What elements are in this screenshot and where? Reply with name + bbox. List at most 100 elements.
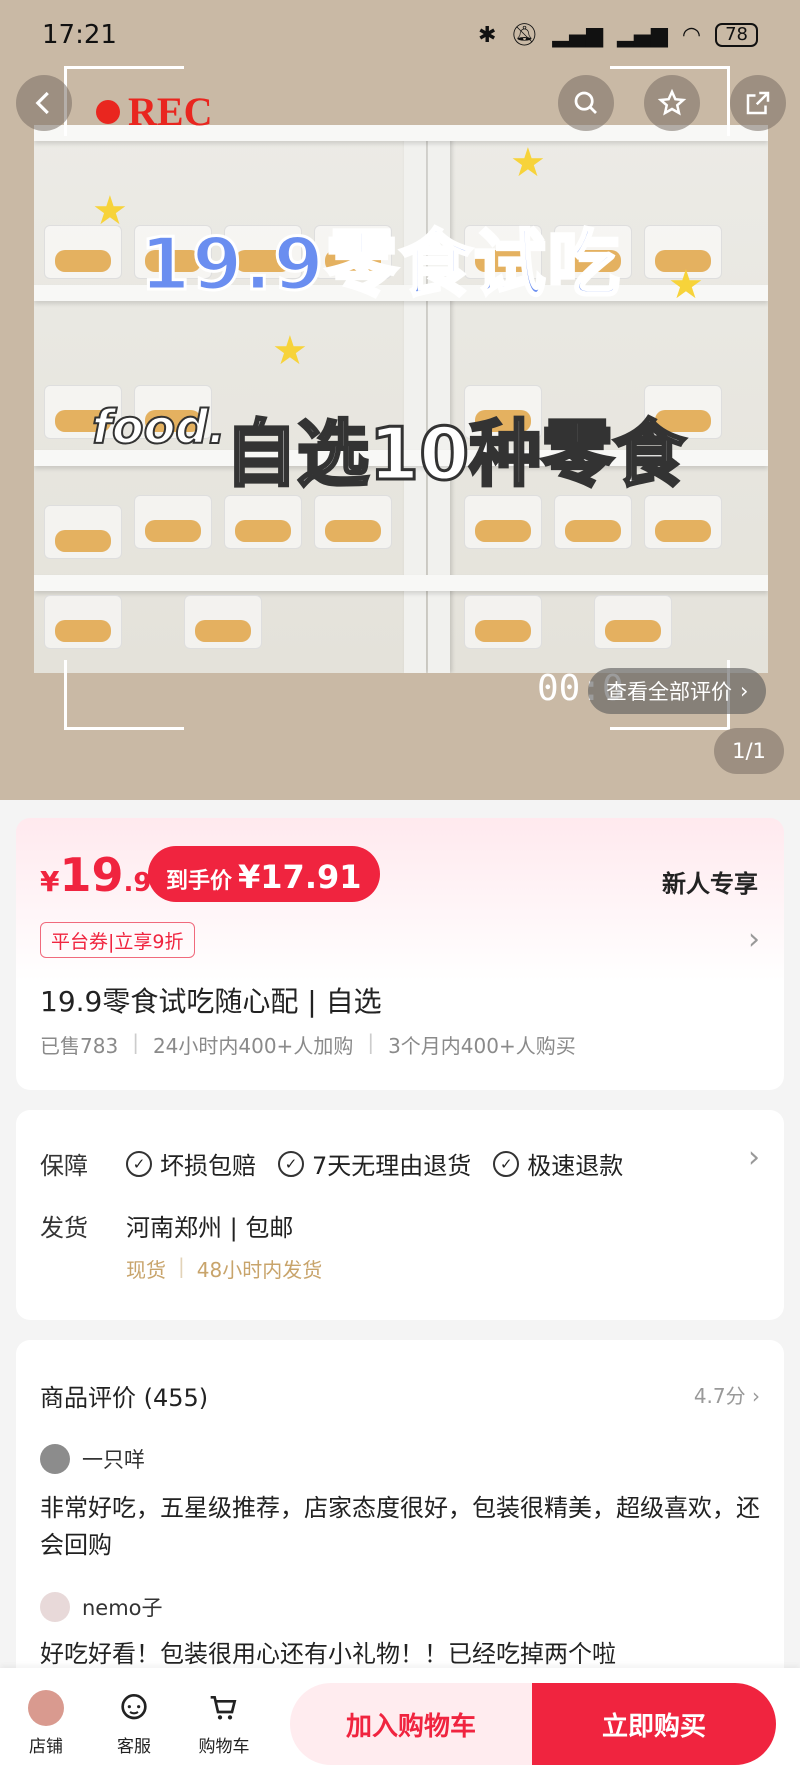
chevron-right-icon[interactable]: › <box>748 1140 760 1175</box>
chevron-left-icon <box>35 91 49 115</box>
guarantee-card[interactable]: 保障 ✓ 坏损包赔 ✓ 7天无理由退货 ✓ 极速退款 › 发货 河南郑州 | 包邮 现… <box>16 1110 784 1320</box>
guarantee-label: 保障 <box>40 1152 88 1180</box>
bluetooth-icon: ✱ <box>477 22 497 48</box>
viewfinder-corner <box>64 660 184 730</box>
reviews-score-value: 4.7分 <box>693 1384 746 1408</box>
star-icon: ★ <box>510 140 546 186</box>
divider: | <box>178 1254 185 1278</box>
snack-bin <box>44 505 122 559</box>
guarantee-item-label: 7天无理由退货 <box>312 1152 472 1180</box>
guarantee-item: ✓ 极速退款 <box>493 1146 623 1181</box>
avatar <box>40 1444 70 1474</box>
snack-bin <box>314 495 392 549</box>
mute-icon: 🔕︎ <box>510 22 539 48</box>
snack-bin <box>224 495 302 549</box>
view-all-reviews-label: 查看全部评价 <box>606 680 732 704</box>
stock-status: 现货 <box>126 1258 166 1282</box>
shelf <box>34 575 768 591</box>
reviews-header: 商品评价 (455) <box>40 1384 209 1412</box>
image-page-indicator: 1/1 <box>714 728 784 774</box>
bottom-action-bar: 店铺 客服 购物车 加入购物车 立即购买 <box>0 1668 800 1778</box>
overlay-food: food. <box>91 399 227 455</box>
cart-label: 购物车 <box>198 1737 250 1757</box>
reviewer: 一只咩 <box>40 1444 145 1474</box>
chat-icon <box>116 1690 152 1726</box>
reviewer: nemo子 <box>40 1592 163 1622</box>
coupon-tag[interactable]: 平台券|立享9折 <box>40 922 195 958</box>
reviews-score[interactable]: 4.7分 › <box>694 1380 760 1409</box>
avatar <box>40 1592 70 1622</box>
star-icon: ★ <box>668 262 704 308</box>
star-icon: ★ <box>272 328 308 374</box>
snack-bin <box>184 595 262 649</box>
check-circle-icon: ✓ <box>126 1150 152 1177</box>
shop-button[interactable]: 店铺 <box>16 1690 76 1757</box>
share-icon <box>746 91 770 115</box>
guarantee-item: ✓ 7天无理由退货 <box>278 1146 471 1181</box>
reviewer-name: nemo子 <box>82 1596 163 1620</box>
chevron-right-icon: › <box>740 679 749 703</box>
service-label: 客服 <box>117 1737 151 1757</box>
snack-bin <box>554 495 632 549</box>
ship-time: 48小时内发货 <box>196 1258 323 1282</box>
view-all-reviews-button[interactable]: 查看全部评价 › <box>588 668 767 714</box>
rec-label: REC <box>128 89 213 134</box>
share-button[interactable] <box>730 75 786 131</box>
divider: | <box>132 1030 139 1054</box>
review-text: 非常好吃，五星级推荐，店家态度很好，包装很精美，超级喜欢，还会回购 <box>40 1494 760 1559</box>
wifi-icon: ◠ <box>681 22 702 48</box>
search-icon <box>574 91 597 114</box>
final-price-value: ¥17.91 <box>238 858 362 896</box>
price-currency: ¥ <box>40 865 60 898</box>
price-integer: 19 <box>59 848 124 902</box>
sales-info: 已售783 | 24小时内400+人加购 | 3个月内400+人购买 <box>40 1030 576 1059</box>
star-outline-icon <box>657 88 687 116</box>
star-icon: ★ <box>92 188 128 234</box>
cart-icon <box>206 1690 242 1726</box>
guarantee-item-label: 坏损包赔 <box>160 1152 256 1180</box>
search-button[interactable] <box>558 75 614 131</box>
battery-icon: 78 <box>715 23 758 47</box>
new-user-tag: 新人专享 <box>662 870 758 898</box>
status-time: 17:21 <box>42 20 117 50</box>
snack-bin <box>464 595 542 649</box>
product-image-carousel[interactable]: 17:21 ✱ 🔕︎ ▂▄▆ ▂▄▆ ◠ 78 REC ★ ★ ★ ★ 19.9… <box>0 0 800 800</box>
price: ¥ 19 .9 <box>40 848 151 902</box>
buy-now-button[interactable]: 立即购买 <box>532 1683 776 1765</box>
divider: | <box>367 1030 375 1054</box>
sales-added: 24小时内400+人加购 <box>152 1034 354 1058</box>
status-bar: 17:21 ✱ 🔕︎ ▂▄▆ ▂▄▆ ◠ 78 <box>0 0 800 70</box>
product-title: 19.9零食试吃随心配 | 自选 <box>40 985 382 1018</box>
snack-bin <box>644 495 722 549</box>
check-circle-icon: ✓ <box>278 1150 304 1177</box>
reviews-card[interactable]: 商品评价 (455) 4.7分 › 一只咩 非常好吃，五星级推荐，店家态度很好，… <box>16 1340 784 1700</box>
back-button[interactable] <box>16 75 72 131</box>
check-circle-icon: ✓ <box>493 1150 520 1177</box>
chevron-right-icon[interactable]: › <box>748 922 760 957</box>
sales-bought: 3个月内400+人购买 <box>388 1034 576 1058</box>
signal-icon: ▂▄▆ <box>552 22 604 48</box>
snack-bin <box>44 595 122 649</box>
shop-label: 店铺 <box>29 1737 63 1757</box>
snack-bin <box>594 595 672 649</box>
final-price-badge: 到手价 ¥17.91 <box>148 846 380 902</box>
record-dot-icon <box>96 99 120 124</box>
snack-bin <box>134 495 212 549</box>
rec-indicator: REC <box>96 88 212 135</box>
guarantee-item-label: 极速退款 <box>527 1152 624 1180</box>
shipping-sub: 现货 | 48小时内发货 <box>126 1254 322 1283</box>
price-card: ¥ 19 .9 到手价 ¥17.91 新人专享 平台券|立享9折 › 19.9零… <box>16 818 784 1090</box>
customer-service-button[interactable]: 客服 <box>104 1690 164 1757</box>
status-icons: ✱ 🔕︎ ▂▄▆ ▂▄▆ ◠ 78 <box>478 23 758 48</box>
snack-bin <box>464 495 542 549</box>
cart-button[interactable]: 购物车 <box>194 1690 254 1757</box>
guarantee-item: ✓ 坏损包赔 <box>126 1146 256 1181</box>
shipping-label: 发货 <box>40 1214 88 1242</box>
overlay-title: 19.9零食试吃 <box>139 221 622 308</box>
add-to-cart-button[interactable]: 加入购物车 <box>290 1683 532 1765</box>
guarantee-list: ✓ 坏损包赔 ✓ 7天无理由退货 ✓ 极速退款 <box>126 1146 623 1181</box>
reviewer-name: 一只咩 <box>82 1448 145 1472</box>
signal-icon: ▂▄▆ <box>617 22 668 48</box>
favorite-button[interactable] <box>644 75 700 131</box>
sales-sold: 已售783 <box>40 1034 119 1058</box>
